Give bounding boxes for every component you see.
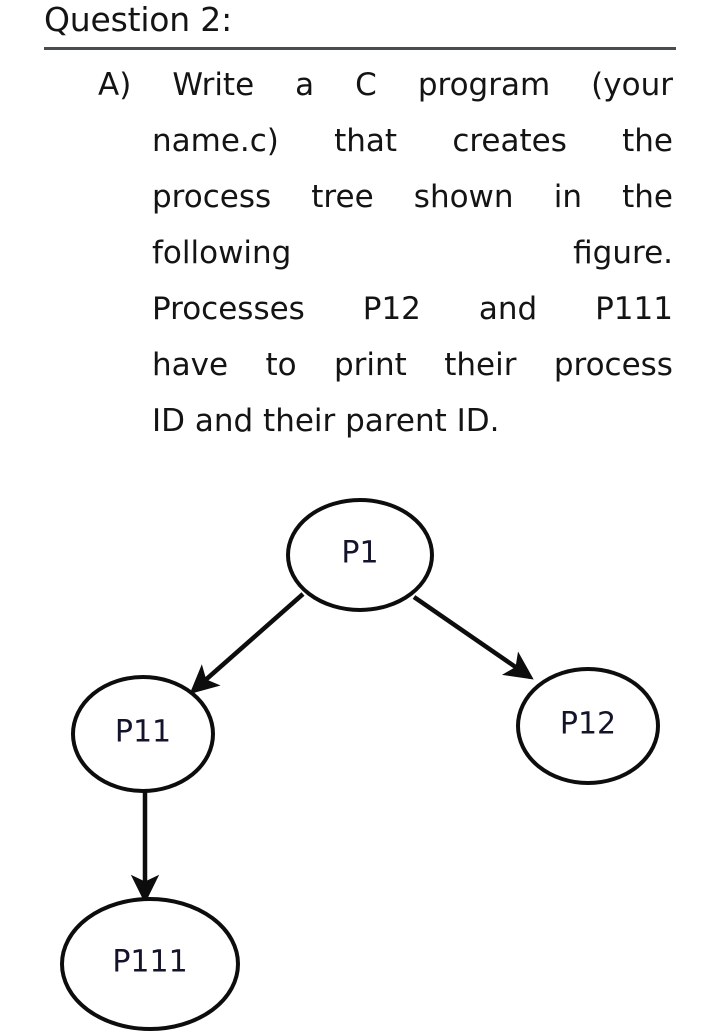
question-text-word: following	[152, 235, 292, 271]
question-text-word: figure.	[573, 235, 673, 271]
process-tree-figure: P1 P11 P12 P111	[0, 455, 720, 1033]
question-text-word: shown	[413, 179, 514, 215]
question-text-word: process	[152, 179, 272, 215]
node-label-p11: P11	[115, 715, 171, 750]
question-text-word: in	[553, 179, 582, 215]
question-text-word: their	[444, 347, 517, 383]
question-text-word: name.c)	[152, 123, 279, 159]
edge-p1-to-p12	[412, 595, 534, 680]
question-text-line: have to print their process	[152, 337, 673, 393]
question-text-word: the	[622, 179, 673, 215]
process-node-p1: P1	[286, 498, 434, 612]
question-text-word: and	[478, 291, 538, 327]
process-node-p11: P11	[71, 675, 215, 793]
question-text-line: Processes P12 and P111	[152, 281, 673, 337]
node-label-p111: P111	[112, 945, 187, 980]
process-tree-nodes: P1 P11 P12 P111	[60, 498, 660, 1031]
question-text-word: have	[152, 347, 229, 383]
question-text-word: process	[553, 347, 673, 383]
node-label-p12: P12	[560, 707, 616, 742]
question-text-word: Processes	[152, 291, 305, 327]
question-text-word: C	[355, 67, 377, 103]
question-text-word: creates	[452, 123, 567, 159]
question-text-line: following figure.	[152, 225, 673, 281]
edge-p1-to-p11	[189, 592, 305, 694]
title-divider	[44, 47, 676, 50]
question-text-word: ID and their parent ID.	[152, 403, 500, 439]
question-text-line: process tree shown in the	[152, 169, 673, 225]
process-node-p111: P111	[60, 897, 240, 1031]
question-text-word: (your	[591, 67, 673, 103]
question-text-line: name.c) that creates the	[152, 113, 673, 169]
question-text-word: Write	[172, 67, 255, 103]
node-label-p1: P1	[341, 536, 378, 571]
question-text-line: ID and their parent ID.	[152, 393, 673, 449]
question-text-word: P111	[595, 291, 673, 327]
question-text-word: that	[334, 123, 398, 159]
question-text-word: P12	[362, 291, 421, 327]
question-text-word: to	[265, 347, 297, 383]
question-text-word: a	[295, 67, 315, 103]
process-node-p12: P12	[516, 667, 660, 785]
question-text-word: A)	[98, 67, 132, 103]
question-text-word: program	[417, 67, 551, 103]
question-text-word: tree	[311, 179, 374, 215]
question-text-word: the	[622, 123, 673, 159]
question-text-word: print	[333, 347, 407, 383]
page-title: Question 2:	[44, 0, 233, 39]
question-body-text: A) Write a Cprogram (your name.c) that creates t…	[98, 57, 673, 449]
question-text-line: A) Write a Cprogram (your	[98, 57, 673, 113]
